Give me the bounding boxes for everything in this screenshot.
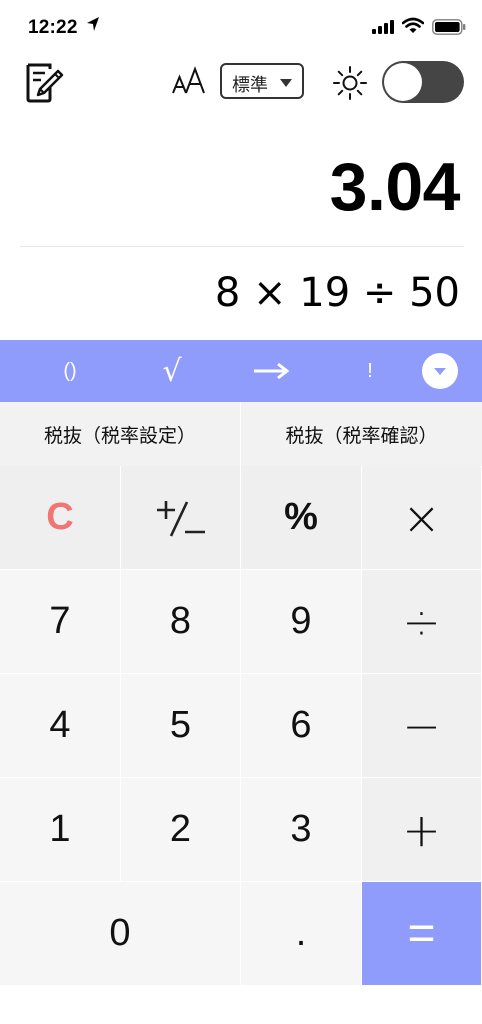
status-time: 12:22	[28, 17, 78, 38]
cellular-signal-icon	[372, 20, 394, 39]
toolbar: 標準	[0, 55, 482, 115]
square-root-button[interactable]: √	[142, 340, 202, 402]
result-display: 3.04	[329, 149, 461, 225]
key-7[interactable]: 7	[0, 570, 121, 674]
decimal-point-button[interactable]: .	[241, 882, 362, 986]
key-0[interactable]: 0	[0, 882, 241, 986]
tax-rate-check-button[interactable]: 税抜（税率確認）	[241, 402, 482, 466]
tax-rate-setting-button[interactable]: 税抜（税率設定）	[0, 402, 240, 466]
backspace-arrow-button[interactable]	[240, 340, 304, 402]
factorial-button[interactable]: !	[340, 340, 400, 402]
arrow-right-icon	[254, 362, 290, 380]
dark-mode-toggle[interactable]	[382, 61, 464, 103]
key-4[interactable]: 4	[0, 674, 121, 778]
tax-row: 税抜（税率設定） 税抜（税率確認）	[0, 402, 482, 466]
function-bar: () √ !	[0, 340, 482, 402]
key-2[interactable]: 2	[121, 778, 241, 882]
toggle-knob	[384, 63, 422, 101]
equals-button[interactable]: =	[362, 882, 482, 986]
battery-icon	[432, 19, 466, 40]
key-9[interactable]: 9	[241, 570, 362, 674]
parentheses-button[interactable]: ()	[40, 340, 100, 402]
clear-button[interactable]: C	[0, 466, 121, 570]
expand-functions-button[interactable]	[422, 353, 458, 389]
percent-button[interactable]: %	[241, 466, 362, 570]
chevron-down-icon	[280, 79, 292, 87]
font-size-icon[interactable]	[172, 65, 208, 100]
calc-mode-label: 標準	[232, 75, 268, 96]
location-arrow-icon	[86, 16, 100, 37]
status-bar: 12:22	[0, 0, 482, 50]
display-divider	[20, 246, 464, 247]
divide-button[interactable]: ÷	[362, 570, 482, 674]
wifi-icon	[401, 17, 425, 39]
calc-mode-select[interactable]: 標準	[220, 63, 304, 99]
plus-minus-icon	[156, 500, 205, 537]
minus-button[interactable]: −	[362, 674, 482, 778]
memo-edit-icon[interactable]	[24, 59, 64, 110]
expression-display: 8 × 19 ÷ 50	[214, 270, 460, 316]
brightness-sun-icon	[332, 65, 368, 106]
multiply-button[interactable]: ×	[362, 466, 482, 570]
plus-button[interactable]: +	[362, 778, 482, 882]
key-8[interactable]: 8	[121, 570, 241, 674]
plus-minus-button[interactable]	[121, 466, 241, 570]
key-1[interactable]: 1	[0, 778, 121, 882]
keypad: C % × 7 8 9 ÷ 4 5 6 − 1 2 3 + 0 . =	[0, 466, 482, 986]
caret-down-icon	[434, 368, 446, 375]
key-5[interactable]: 5	[121, 674, 241, 778]
key-3[interactable]: 3	[241, 778, 362, 882]
key-6[interactable]: 6	[241, 674, 362, 778]
